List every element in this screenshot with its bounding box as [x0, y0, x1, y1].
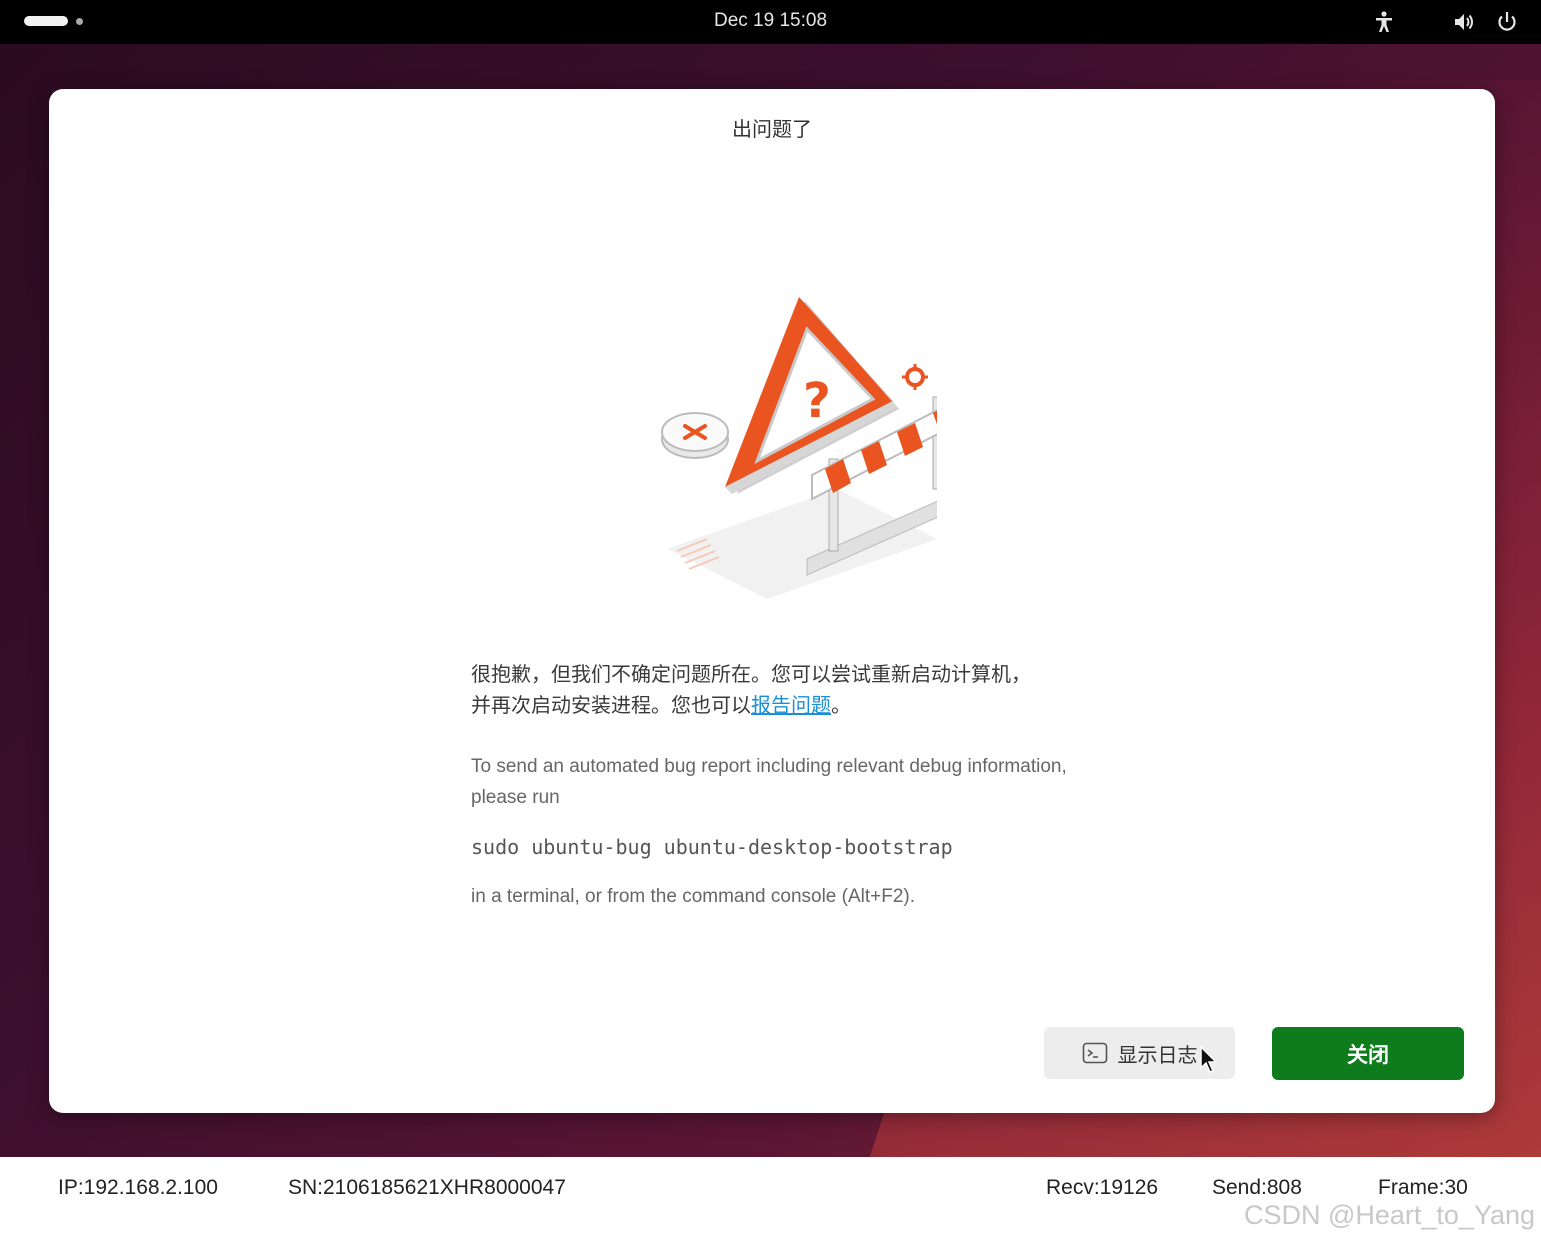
top-bar: Dec 19 15:08	[0, 0, 1541, 44]
error-message-zh-prefix: 并再次启动安装进程。您也可以	[471, 693, 751, 717]
error-message-zh: 很抱歉，但我们不确定问题所在。您可以尝试重新启动计算机， 并再次启动安装进程。您…	[471, 659, 1111, 721]
bug-report-instructions: To send an automated bug report includin…	[471, 756, 1067, 808]
warning-sign-illustration: ?	[661, 297, 937, 599]
remote-status-bar: IP:192.168.2.100 SN:2106185621XHR8000047…	[0, 1157, 1541, 1241]
frame-rate: Frame:30	[1378, 1176, 1468, 1199]
recv-count: Recv:19126	[1046, 1176, 1159, 1199]
report-problem-link[interactable]: 报告问题	[751, 693, 831, 717]
watermark: CSDN @Heart_to_Yang	[1243, 1200, 1535, 1230]
bug-report-command: sudo ubuntu-bug ubuntu-desktop-bootstrap	[471, 835, 953, 859]
serial-number: SN:2106185621XHR8000047	[288, 1176, 566, 1199]
error-dialog: 出问题了 ? 很抱歉，但我们不确定问题所在。您可以尝试重新启动计算机， 并再次启…	[49, 89, 1495, 1113]
volume-icon[interactable]	[1451, 9, 1477, 35]
error-message-zh-suffix: 。	[831, 693, 851, 717]
dialog-title: 出问题了	[732, 117, 812, 141]
accessibility-icon[interactable]	[1371, 9, 1397, 35]
error-message-zh-line1: 很抱歉，但我们不确定问题所在。您可以尝试重新启动计算机，	[471, 662, 1031, 686]
ip-address: IP:192.168.2.100	[58, 1176, 218, 1199]
terminal-hint: in a terminal, or from the command conso…	[471, 886, 916, 907]
power-icon[interactable]	[1494, 9, 1520, 35]
mouse-cursor-icon	[1200, 1046, 1218, 1073]
error-message-zh-line2: 并再次启动安装进程。您也可以报告问题。	[471, 690, 1111, 721]
clock[interactable]: Dec 19 15:08	[0, 10, 1541, 32]
show-log-label: 显示日志	[1117, 1042, 1198, 1067]
terminal-icon	[1082, 1042, 1107, 1064]
close-button[interactable]: 关闭	[1272, 1027, 1464, 1080]
desktop-background: Dec 19 15:08 出问题了 ? 很抱歉，但我们不确定问题所在。您可以尝试…	[0, 0, 1541, 1157]
svg-text:?: ?	[803, 373, 831, 429]
send-count: Send:808	[1212, 1176, 1302, 1199]
